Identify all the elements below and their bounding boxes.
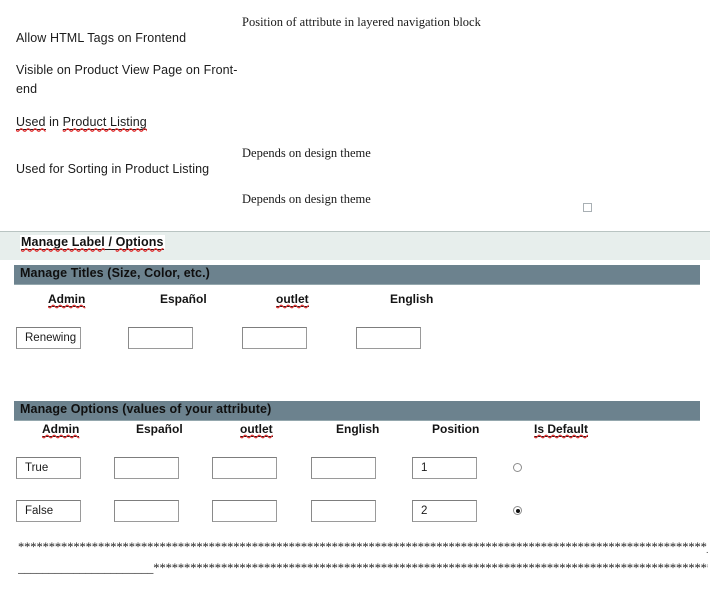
option-row-1-espanol-input[interactable] bbox=[114, 457, 179, 479]
option-row-1-is-default-radio[interactable] bbox=[513, 463, 522, 472]
option-row-1-outlet-input[interactable] bbox=[212, 457, 277, 479]
label-allow-html-tags: Allow HTML Tags on Frontend bbox=[16, 31, 187, 45]
titles-column-header-english: English bbox=[390, 292, 434, 306]
titles-outlet-input[interactable] bbox=[242, 327, 307, 349]
option-row-2-position-input[interactable] bbox=[412, 500, 477, 522]
option-row-1-admin-input[interactable] bbox=[16, 457, 81, 479]
options-column-header-is-default: Is Default bbox=[534, 422, 589, 437]
separator-line-1: ****************************************… bbox=[18, 540, 708, 554]
titles-espanol-input[interactable] bbox=[128, 327, 193, 349]
options-column-header-admin: Admin bbox=[42, 422, 80, 437]
document-page: Position of attribute in layered navigat… bbox=[0, 0, 720, 604]
titles-admin-input[interactable] bbox=[16, 327, 81, 349]
option-row-2-english-input[interactable] bbox=[311, 500, 376, 522]
label-used-for-sorting: Used for Sorting in Product Listing bbox=[16, 162, 210, 176]
manage-label-options-title: Manage Label / Options bbox=[20, 235, 165, 250]
options-column-header-outlet: outlet bbox=[240, 422, 273, 437]
options-col-admin-text: Admin bbox=[42, 422, 80, 437]
titles-col-outlet-text: outlet bbox=[276, 292, 309, 307]
options-col-outlet-text: outlet bbox=[240, 422, 273, 437]
manage-options-title: Manage Options (values of your attribute… bbox=[20, 402, 272, 416]
option-row-2-espanol-input[interactable] bbox=[114, 500, 179, 522]
option-row-1-position-input[interactable] bbox=[412, 457, 477, 479]
manage-titles-header-bar: Manage Titles (Size, Color, etc.) bbox=[14, 265, 700, 285]
label-visible-on-product-view-line2: end bbox=[16, 82, 38, 96]
option-row-2-outlet-input[interactable] bbox=[212, 500, 277, 522]
use-in-layered-navigation-checkbox[interactable] bbox=[583, 203, 592, 212]
product-listing-words: Product Listing bbox=[62, 115, 147, 130]
options-column-header-position: Position bbox=[432, 422, 480, 436]
options-column-header-espanol: Español bbox=[136, 422, 183, 436]
note-depends-on-design-theme-1: Depends on design theme bbox=[242, 146, 371, 160]
option-row-2-is-default-radio[interactable] bbox=[513, 506, 522, 515]
note-position-of-attribute: Position of attribute in layered navigat… bbox=[242, 15, 481, 29]
options-column-header-english: English bbox=[336, 422, 380, 436]
manage-options-header-bar: Manage Options (values of your attribute… bbox=[14, 401, 700, 421]
option-row-1-english-input[interactable] bbox=[311, 457, 376, 479]
titles-col-admin-text: Admin bbox=[48, 292, 86, 307]
option-row-2-admin-input[interactable] bbox=[16, 500, 81, 522]
label-used-in-product-listing: Used in Product Listing bbox=[16, 112, 276, 133]
note-depends-on-design-theme-2: Depends on design theme bbox=[242, 192, 371, 206]
manage-label-text: Manage Label bbox=[21, 235, 105, 250]
options-col-isdefault-text: Is Default bbox=[534, 422, 589, 437]
separator-line-2: ______________________******************… bbox=[18, 561, 708, 575]
manage-titles-title: Manage Titles (Size, Color, etc.) bbox=[20, 266, 210, 280]
titles-column-header-admin: Admin bbox=[48, 292, 86, 307]
in-word: in bbox=[45, 115, 63, 129]
titles-column-header-outlet: outlet bbox=[276, 292, 309, 307]
titles-column-header-espanol: Español bbox=[160, 292, 207, 306]
options-text: Options bbox=[115, 235, 164, 250]
manage-label-separator: / bbox=[104, 235, 116, 250]
used-word: Used bbox=[16, 115, 46, 130]
label-visible-on-product-view-line1: Visible on Product View Page on Front- bbox=[16, 63, 238, 77]
titles-english-input[interactable] bbox=[356, 327, 421, 349]
